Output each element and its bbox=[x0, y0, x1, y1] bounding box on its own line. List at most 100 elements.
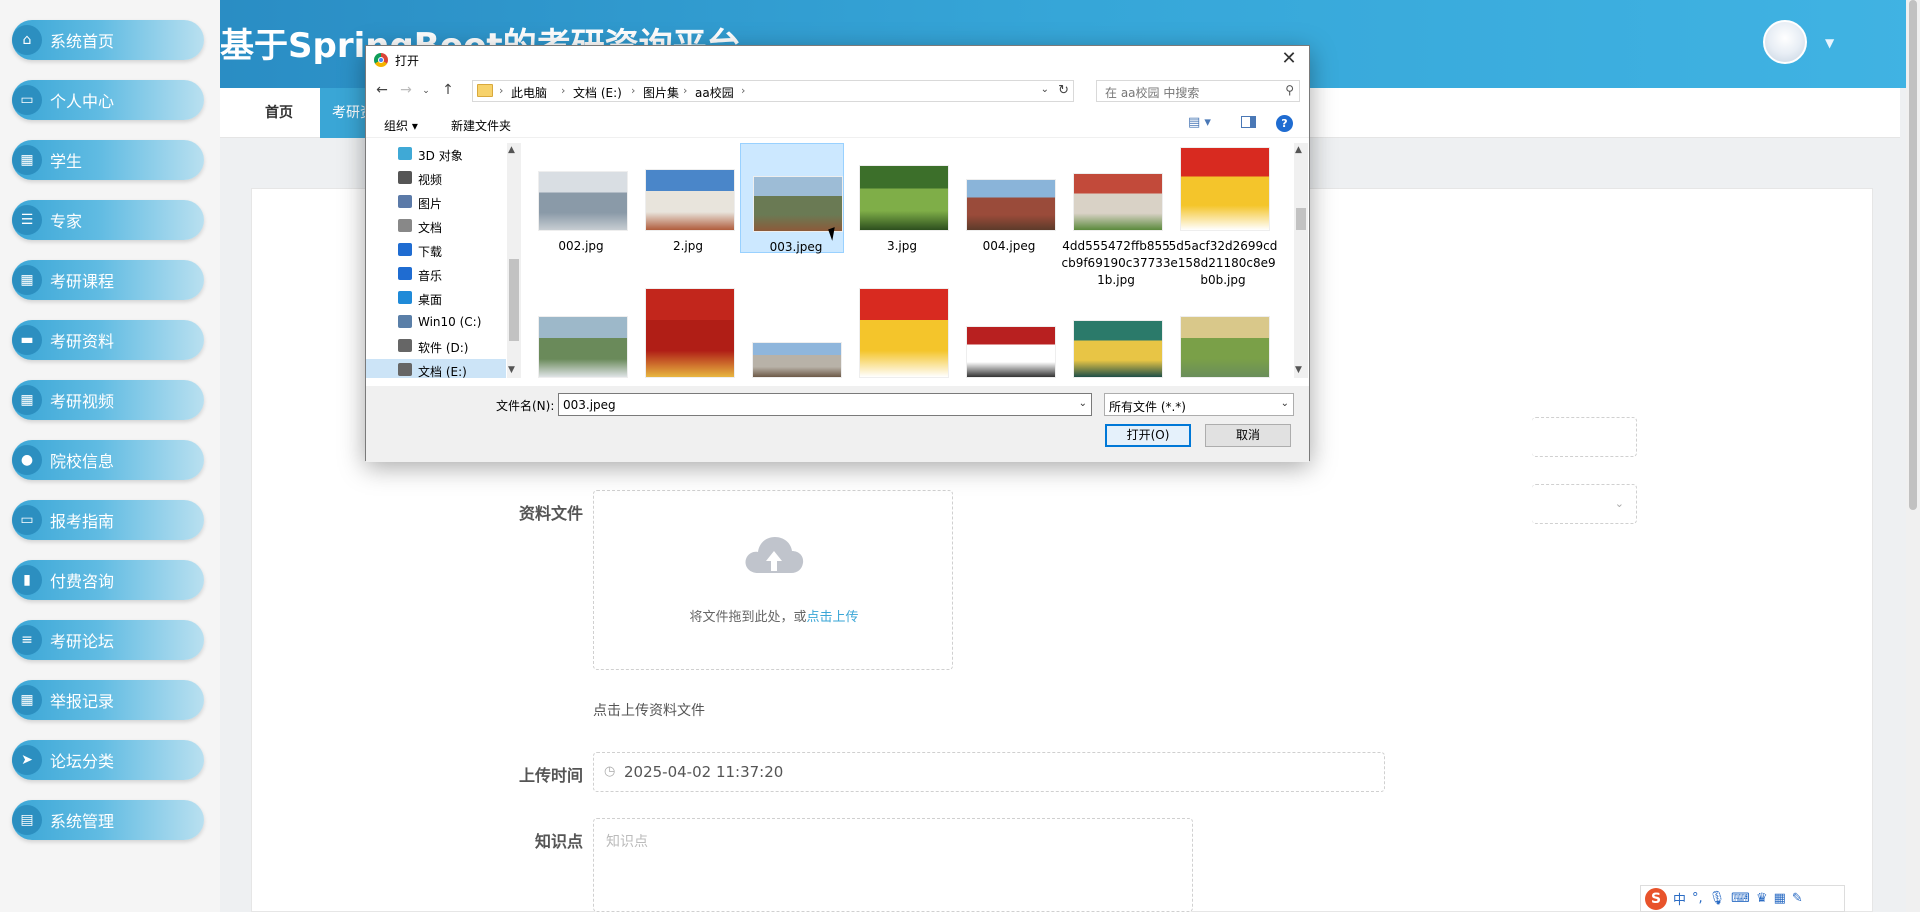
upload-link[interactable]: 点击上传 bbox=[807, 610, 859, 625]
tree-item[interactable]: 软件 (D:) bbox=[366, 335, 506, 357]
sidebar-item[interactable]: ▮ 付费咨询 bbox=[12, 560, 204, 600]
chevron-down-icon[interactable]: ⌄ bbox=[1281, 398, 1289, 409]
scroll-down-icon[interactable]: ▼ bbox=[508, 365, 515, 375]
punctuation-icon[interactable]: °, bbox=[1692, 891, 1703, 906]
file-thumbnail bbox=[538, 316, 628, 378]
files-scrollbar-thumb[interactable] bbox=[1296, 208, 1306, 230]
file-item[interactable] bbox=[1168, 288, 1272, 378]
file-item[interactable]: 3.jpg bbox=[847, 143, 951, 283]
back-arrow-icon[interactable]: ← bbox=[372, 82, 392, 98]
sidebar: ⌂ 系统首页 ▭ 个人中心 ▦ 学生 ☰ 专家 ▦ 考研课程 ▬ 考研资料 ▦ 考研视频 ● 院校信息 ▭ 报考指… bbox=[0, 0, 220, 912]
file-item[interactable]: 4dd555472ffb855cb9f69190c377331b.jpg bbox=[1061, 143, 1171, 287]
sidebar-item[interactable]: ▦ 考研视频 bbox=[12, 380, 204, 420]
sidebar-item[interactable]: ▤ 系统管理 bbox=[12, 800, 204, 840]
breadcrumb-item[interactable]: 图片集 bbox=[643, 84, 679, 101]
close-button[interactable]: ✕ bbox=[1269, 46, 1309, 74]
organize-button[interactable]: 组织 ▾ bbox=[384, 117, 418, 134]
ime-toolbar[interactable]: S 中 °, 🎙 ⌨ ♛ ▦ ✎ bbox=[1640, 885, 1845, 912]
upload-dropzone[interactable]: 将文件拖到此处，或点击上传 bbox=[593, 490, 953, 670]
help-icon[interactable]: ? bbox=[1276, 115, 1293, 132]
view-options-icon[interactable]: ▤ ▾ bbox=[1188, 115, 1211, 130]
file-item[interactable] bbox=[526, 288, 630, 378]
file-name: 003.jpeg bbox=[769, 240, 823, 254]
search-icon[interactable]: ⚲ bbox=[1285, 83, 1294, 97]
tree-item[interactable]: Win10 (C:) bbox=[366, 311, 506, 333]
book-icon: ▬ bbox=[12, 325, 42, 355]
home-icon: ⌂ bbox=[12, 25, 42, 55]
chevron-down-icon[interactable]: ▼ bbox=[1825, 36, 1834, 50]
ime-language[interactable]: 中 bbox=[1673, 889, 1686, 908]
filename-input[interactable]: 003.jpeg ⌄ bbox=[558, 393, 1092, 416]
sidebar-item[interactable]: ⌂ 系统首页 bbox=[12, 20, 204, 60]
sidebar-item[interactable]: ● 院校信息 bbox=[12, 440, 204, 480]
sogou-logo-icon[interactable]: S bbox=[1645, 887, 1667, 910]
tree-item[interactable]: 桌面 bbox=[366, 287, 506, 309]
microphone-icon[interactable]: 🎙 bbox=[1709, 891, 1726, 906]
tree-item-label: 文档 (E:) bbox=[418, 365, 467, 378]
breadcrumb-item[interactable]: 此电脑 bbox=[511, 84, 547, 101]
tab-home[interactable]: 首页 bbox=[265, 88, 293, 138]
file-item[interactable] bbox=[954, 288, 1058, 378]
chevron-down-icon[interactable]: ⌄ bbox=[1079, 398, 1087, 409]
chevron-down-icon[interactable]: ⌄ bbox=[1041, 84, 1049, 95]
sidebar-item[interactable]: ▭ 报考指南 bbox=[12, 500, 204, 540]
tree-item[interactable]: 文档 bbox=[366, 215, 506, 237]
sidebar-item[interactable]: ☰ 专家 bbox=[12, 200, 204, 240]
files-scrollbar[interactable]: ▲ ▼ bbox=[1294, 143, 1308, 378]
file-item[interactable]: 002.jpg bbox=[526, 143, 630, 283]
avatar[interactable] bbox=[1763, 20, 1807, 64]
sidebar-item[interactable]: ▦ 学生 bbox=[12, 140, 204, 180]
open-button[interactable]: 打开(O) bbox=[1105, 424, 1191, 447]
tree-item[interactable]: 音乐 bbox=[366, 263, 506, 285]
file-item[interactable]: 2.jpg bbox=[633, 143, 737, 283]
skin-icon[interactable]: ♛ bbox=[1756, 891, 1768, 906]
scroll-up-icon[interactable]: ▲ bbox=[508, 145, 515, 155]
tree-item[interactable]: 下载 bbox=[366, 239, 506, 261]
file-item[interactable] bbox=[847, 288, 951, 378]
preview-pane-icon[interactable] bbox=[1241, 116, 1256, 128]
select-input[interactable]: ⌄ bbox=[1532, 484, 1637, 524]
file-item[interactable] bbox=[740, 288, 844, 378]
filetype-select[interactable]: 所有文件 (*.*) ⌄ bbox=[1104, 393, 1294, 416]
file-item[interactable]: 5d5acf32d2699cde158d21180c8e9b0b.jpg bbox=[1168, 143, 1277, 287]
sidebar-item-label: 专家 bbox=[50, 212, 83, 231]
tools-icon[interactable]: ✎ bbox=[1792, 891, 1803, 906]
recent-dropdown-icon[interactable]: ⌄ bbox=[416, 86, 436, 96]
sidebar-item[interactable]: ▦ 举报记录 bbox=[12, 680, 204, 720]
knowledge-point-input[interactable]: 知识点 bbox=[593, 818, 1193, 912]
tree-scrollbar-thumb[interactable] bbox=[509, 259, 519, 341]
upload-time-input[interactable]: ◷ 2025-04-02 11:37:20 bbox=[593, 752, 1385, 792]
breadcrumb-item[interactable]: aa校园 bbox=[695, 84, 734, 101]
breadcrumb-item[interactable]: 文档 (E:) bbox=[573, 84, 622, 101]
apps-icon[interactable]: ▦ bbox=[1774, 891, 1786, 906]
tree-scrollbar[interactable]: ▲ ▼ bbox=[507, 143, 521, 378]
forward-arrow-icon[interactable]: → bbox=[396, 82, 416, 98]
dialog-titlebar[interactable]: 打开 ✕ bbox=[366, 46, 1309, 74]
tree-item[interactable]: 图片 bbox=[366, 191, 506, 213]
sidebar-item[interactable]: ▭ 个人中心 bbox=[12, 80, 204, 120]
sidebar-item[interactable]: ➤ 论坛分类 bbox=[12, 740, 204, 780]
file-item[interactable]: 004.jpeg bbox=[954, 143, 1058, 283]
keyboard-icon[interactable]: ⌨ bbox=[1731, 891, 1750, 906]
new-folder-button[interactable]: 新建文件夹 bbox=[451, 117, 511, 134]
file-item[interactable]: 003.jpeg bbox=[740, 143, 844, 254]
address-bar[interactable]: › 此电脑 › 文档 (E:) › 图片集 › aa校园 › ⌄ ↻ bbox=[472, 80, 1074, 102]
up-arrow-icon[interactable]: ↑ bbox=[438, 82, 458, 98]
file-item[interactable] bbox=[1061, 288, 1165, 378]
cancel-button[interactable]: 取消 bbox=[1205, 424, 1291, 447]
search-input[interactable]: 在 aa校园 中搜索 ⚲ bbox=[1096, 80, 1300, 102]
scroll-up-icon[interactable]: ▲ bbox=[1295, 145, 1302, 155]
tree-item[interactable]: 文档 (E:) bbox=[366, 359, 506, 378]
text-input[interactable] bbox=[1532, 417, 1637, 457]
sidebar-item[interactable]: ≡ 考研论坛 bbox=[12, 620, 204, 660]
page-scrollbar[interactable] bbox=[1906, 0, 1920, 912]
refresh-icon[interactable]: ↻ bbox=[1058, 83, 1069, 98]
page-scrollbar-thumb[interactable] bbox=[1909, 0, 1917, 510]
tree-item[interactable]: 3D 对象 bbox=[366, 143, 506, 165]
file-item[interactable] bbox=[633, 288, 737, 378]
sidebar-item[interactable]: ▦ 考研课程 bbox=[12, 260, 204, 300]
sidebar-item[interactable]: ▬ 考研资料 bbox=[12, 320, 204, 360]
folder-icon bbox=[477, 84, 493, 97]
scroll-down-icon[interactable]: ▼ bbox=[1295, 365, 1302, 375]
tree-item[interactable]: 视频 bbox=[366, 167, 506, 189]
